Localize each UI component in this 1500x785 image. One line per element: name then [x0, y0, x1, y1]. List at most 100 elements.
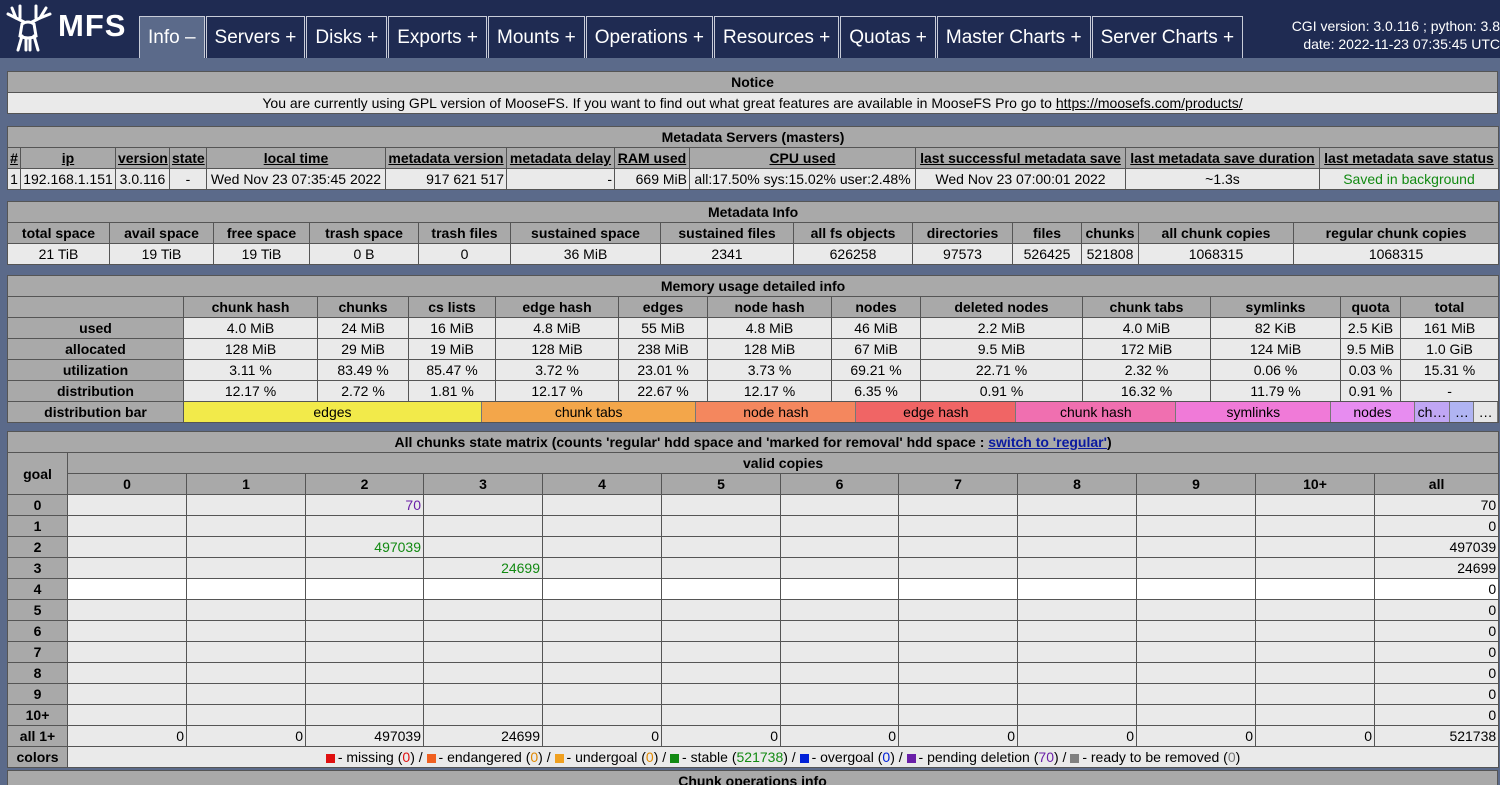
masters-col-header[interactable]: metadata version [385, 147, 507, 169]
matrix-cell: 0 [1373, 662, 1500, 684]
matrix-cell [661, 515, 781, 537]
tab-quotas[interactable]: Quotas + [840, 16, 936, 58]
tab-servers[interactable]: Servers + [205, 16, 306, 58]
matrix-cell [186, 662, 306, 684]
memory-cell: 172 MiB [1082, 338, 1211, 360]
memory-cell: 29 MiB [317, 338, 409, 360]
memory-col-header: nodes [831, 296, 921, 318]
matrix-cell [898, 704, 1018, 726]
matrix-cell [67, 578, 187, 600]
legend-text: - undergoal ( [566, 749, 646, 765]
memory-cell: 2.32 % [1082, 359, 1211, 381]
chunk-matrix-panel: All chunks state matrix (counts 'regular… [6, 431, 1500, 768]
matrix-cell [661, 620, 781, 642]
matrix-cell: 0 [67, 725, 187, 747]
memory-cell: 55 MiB [618, 317, 708, 339]
distribution-bar-segment: symlinks [1176, 402, 1332, 422]
matrix-cell [661, 494, 781, 516]
metadata-info-cell: 19 TiB [109, 243, 214, 265]
memory-cell: 67 MiB [831, 338, 921, 360]
tab-resources[interactable]: Resources + [714, 16, 840, 58]
main-tabs: Info – Servers + Disks + Exports + Mounts + O… [139, 16, 1244, 58]
masters-col-header[interactable]: last successful metadata save [915, 147, 1126, 169]
matrix-cell [67, 536, 187, 558]
memory-col-header: total [1399, 296, 1500, 318]
tab-operations[interactable]: Operations + [585, 16, 714, 58]
valid-copies-col-header: 7 [898, 473, 1018, 495]
current-date: date: 2022-11-23 07:35:45 UTC [1303, 36, 1500, 52]
memory-row-label: used [7, 317, 184, 339]
tab-master-charts[interactable]: Master Charts + [936, 16, 1091, 58]
metadata-info-cell: 1068315 [1292, 243, 1500, 265]
masters-col-header[interactable]: metadata delay [506, 147, 615, 169]
matrix-cell [661, 704, 781, 726]
masters-col-header[interactable]: version [115, 147, 170, 169]
legend-swatch [670, 753, 680, 763]
legend-count: 0 [645, 749, 654, 765]
matrix-cell [898, 599, 1018, 621]
masters-col-header[interactable]: # [7, 147, 21, 169]
matrix-cell [1136, 704, 1256, 726]
moosefs-pro-link[interactable]: https://moosefs.com/products/ [1056, 95, 1243, 111]
metadata-info-panel: Metadata Info total space avail space free… [6, 201, 1500, 265]
matrix-cell: 24699 [423, 557, 543, 579]
masters-col-header[interactable]: RAM used [614, 147, 690, 169]
memory-col-header: chunk hash [183, 296, 318, 318]
distribution-bar-segment: … [1450, 402, 1475, 422]
legend-text: - endangered ( [438, 749, 531, 765]
matrix-cell [1017, 641, 1137, 663]
matrix-cell [1017, 557, 1137, 579]
memory-cell: 12.17 % [495, 380, 619, 402]
matrix-cell [1255, 599, 1375, 621]
cgi-version: CGI version: 3.0.116 ; python: 3.8 [1291, 18, 1500, 34]
matrix-cell [542, 683, 662, 705]
masters-col-header[interactable]: last metadata save status [1319, 147, 1499, 169]
masters-cell: ~1.3s [1125, 168, 1320, 190]
memory-cell: 12.17 % [183, 380, 318, 402]
matrix-cell [1255, 494, 1375, 516]
valid-copies-col-header: 10+ [1255, 473, 1375, 495]
matrix-cell [898, 494, 1018, 516]
tab-info[interactable]: Info – [139, 16, 205, 58]
chunk-matrix-table: All chunks state matrix (counts 'regular… [6, 431, 1500, 768]
masters-col-header[interactable]: local time [206, 147, 386, 169]
memory-col-header: symlinks [1210, 296, 1341, 318]
matrix-cell [542, 599, 662, 621]
matrix-title: All chunks state matrix (counts 'regular… [6, 431, 1500, 453]
matrix-cell [780, 620, 899, 642]
valid-copies-col-header: 1 [186, 473, 306, 495]
matrix-cell [186, 515, 306, 537]
metadata-info-col-header: directories [912, 222, 1013, 244]
matrix-cell [1017, 494, 1137, 516]
matrix-cell [1255, 557, 1375, 579]
matrix-cell [423, 683, 543, 705]
masters-cell: Saved in background [1319, 168, 1499, 190]
tab-disks[interactable]: Disks + [306, 16, 388, 58]
tab-mounts[interactable]: Mounts + [488, 16, 585, 58]
matrix-cell: 0 [542, 725, 662, 747]
tab-exports[interactable]: Exports + [388, 16, 488, 58]
matrix-cell [661, 578, 781, 600]
masters-col-header[interactable]: CPU used [689, 147, 916, 169]
masters-col-header[interactable]: last metadata save duration [1125, 147, 1320, 169]
matrix-cell [423, 494, 543, 516]
matrix-row: 70 [7, 641, 1500, 663]
masters-col-header[interactable]: state [169, 147, 207, 169]
memory-cell: 4.0 MiB [183, 317, 318, 339]
memory-cell: 0.06 % [1210, 359, 1341, 381]
chunk-ops-title: Chunk operations info [7, 770, 1498, 785]
masters-col-header[interactable]: ip [20, 147, 116, 169]
matrix-cell [186, 683, 306, 705]
memory-cell: 4.0 MiB [1082, 317, 1211, 339]
tab-server-charts[interactable]: Server Charts + [1091, 16, 1244, 58]
matrix-cell [305, 683, 424, 705]
metadata-info-cell: 626258 [793, 243, 913, 265]
matrix-cell [780, 515, 899, 537]
mfs-logo[interactable]: MFS [6, 4, 136, 54]
valid-copies-col-header: 2 [305, 473, 424, 495]
matrix-row: 50 [7, 599, 1500, 621]
legend-separator: ) / [1053, 749, 1071, 765]
memory-cell: 69.21 % [831, 359, 921, 381]
switch-to-regular-link[interactable]: switch to 'regular' [988, 434, 1107, 450]
matrix-cell [542, 641, 662, 663]
